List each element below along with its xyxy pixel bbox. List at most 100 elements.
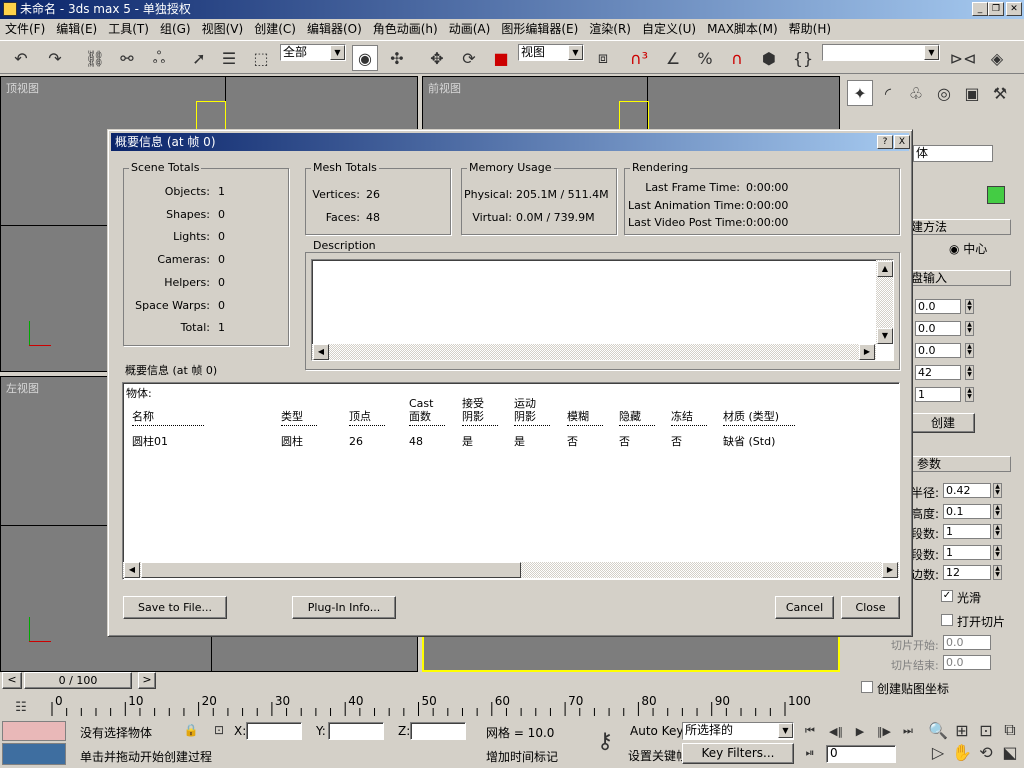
menu-item-3[interactable]: 组(G)	[155, 19, 197, 39]
table-cell[interactable]: 否	[671, 435, 682, 448]
next-frame-icon[interactable]: >	[138, 672, 156, 689]
close-window-button[interactable]: ✕	[1006, 2, 1022, 16]
selection-filter-dropdown[interactable]: 全部 ▼	[280, 44, 346, 61]
create-button[interactable]: 创建	[911, 413, 975, 433]
param-input[interactable]: 12	[943, 565, 991, 580]
menu-item-1[interactable]: 编辑(E)	[51, 19, 103, 39]
spinner-arrows-icon[interactable]: ▲ ▼	[965, 387, 974, 402]
go-to-end-icon[interactable]: ⏭	[898, 722, 918, 740]
menu-item-9[interactable]: 图形编辑器(E)	[496, 19, 584, 39]
list-scroll-thumb[interactable]	[141, 562, 521, 578]
gen-map-checkbox[interactable]: 创建贴图坐标	[861, 680, 949, 697]
cancel-button[interactable]: Cancel	[775, 596, 834, 619]
table-cell[interactable]: 圆柱01	[132, 435, 168, 448]
spinner-arrows-icon[interactable]: ▲ ▼	[993, 565, 1002, 580]
param-input[interactable]: 1	[943, 544, 991, 560]
plugin-info-button[interactable]: Plug-In Info...	[292, 596, 396, 619]
table-cell[interactable]: 缺省 (Std)	[723, 435, 775, 448]
color-swatch[interactable]	[987, 186, 1005, 204]
param-input[interactable]: 0.42	[943, 483, 991, 498]
snap-3d-icon[interactable]: ∩³	[626, 45, 652, 71]
select-arrow-icon[interactable]: ➚	[186, 45, 212, 71]
undo-icon[interactable]: ↶	[8, 45, 34, 71]
menu-item-5[interactable]: 创建(C)	[249, 19, 302, 39]
prev-key-icon[interactable]: ◀‖	[826, 722, 846, 740]
smooth-checkbox[interactable]: ✓ 光滑	[941, 589, 981, 606]
rotate-icon[interactable]: ⟳	[456, 45, 482, 71]
rect-selection-icon[interactable]: ⬚	[248, 45, 274, 71]
param-input[interactable]: 0.1	[943, 503, 991, 519]
minimize-button[interactable]: _	[972, 2, 988, 16]
track-bar[interactable]: ☷ 0 10 20 30 40 50 60 70 80 90 100	[0, 694, 840, 718]
table-cell[interactable]: 否	[619, 435, 630, 448]
table-cell[interactable]: 48	[409, 435, 423, 448]
angle-snap-icon[interactable]: ∠	[660, 45, 686, 71]
select-move-icon[interactable]: ✣	[384, 45, 410, 71]
pan-icon[interactable]: ✋	[952, 742, 972, 762]
zoom-icon[interactable]: 🔍	[928, 720, 948, 740]
add-time-tag[interactable]: 增加时间标记	[486, 748, 558, 765]
unlink-icon[interactable]: ⚯	[114, 45, 140, 71]
radio-center[interactable]: ◉ 中心	[949, 240, 987, 257]
slice-on-checkbox[interactable]: 打开切片	[941, 613, 1005, 630]
link-icon[interactable]: ⛓	[82, 45, 108, 71]
percent-snap-icon[interactable]: %	[692, 45, 718, 71]
window-crossing-icon[interactable]: ◉	[352, 45, 378, 71]
spinner-arrows-icon[interactable]: ▲ ▼	[965, 343, 974, 358]
menu-item-12[interactable]: MAX脚本(M)	[702, 19, 784, 39]
menu-item-2[interactable]: 工具(T)	[103, 19, 155, 39]
list-scroll-right-icon[interactable]: ▶	[882, 562, 898, 578]
spinner-arrows-icon[interactable]: ▲ ▼	[993, 483, 1002, 498]
zoom-extents-icon[interactable]: ⊡	[976, 720, 996, 740]
scroll-down-icon[interactable]: ▼	[877, 328, 893, 344]
key-icon[interactable]: ⚷	[592, 728, 618, 754]
menu-item-4[interactable]: 视图(V)	[197, 19, 250, 39]
table-cell[interactable]: 是	[514, 435, 525, 448]
table-cell[interactable]: 否	[567, 435, 578, 448]
edit-named-sets-icon[interactable]: {}	[790, 45, 816, 71]
help-button[interactable]: ?	[877, 135, 893, 149]
menu-item-8[interactable]: 动画(A)	[444, 19, 497, 39]
scroll-right-icon[interactable]: ▶	[859, 344, 875, 360]
table-cell[interactable]: 是	[462, 435, 473, 448]
keyboard-entry-input[interactable]: 0.0	[915, 299, 961, 314]
key-selection-dropdown[interactable]: 所选择的 ▼	[682, 722, 794, 740]
close-button[interactable]: Close	[841, 596, 900, 619]
spinner-arrows-icon[interactable]: ▲ ▼	[993, 544, 1002, 560]
script-result-box[interactable]	[2, 743, 66, 765]
bind-spacewarp-icon[interactable]: ஃ	[146, 45, 172, 71]
spinner-snap-icon[interactable]: ∩	[724, 45, 750, 71]
horizontal-scrollbar[interactable]	[312, 344, 876, 360]
keyboard-entry-input[interactable]: 0.0	[915, 343, 961, 358]
move-icon[interactable]: ✥	[424, 45, 450, 71]
hierarchy-tab-icon[interactable]: ♧	[903, 80, 929, 106]
named-selection-icon[interactable]: ⬢	[756, 45, 782, 71]
menu-item-7[interactable]: 角色动画(h)	[368, 19, 444, 39]
y-coord-input[interactable]	[328, 722, 384, 740]
play-icon[interactable]: ▶	[850, 722, 870, 740]
table-cell[interactable]: 圆柱	[281, 435, 303, 448]
arc-rotate-icon[interactable]: ⟲	[976, 742, 996, 762]
go-to-start-icon[interactable]: ⏮	[800, 722, 820, 740]
prev-frame-icon[interactable]: <	[2, 672, 22, 689]
track-view-icon[interactable]: ☷	[8, 694, 34, 720]
save-to-file-button[interactable]: Save to File...	[123, 596, 227, 619]
modify-tab-icon[interactable]: ◜	[875, 80, 901, 106]
zoom-extents-all-icon[interactable]: ⧉	[1000, 720, 1020, 740]
scroll-left-icon[interactable]: ◀	[313, 344, 329, 360]
align-icon[interactable]: ◈	[984, 45, 1010, 71]
time-slider-thumb[interactable]: 0 / 100	[24, 672, 132, 689]
object-type-dropdown[interactable]: 体	[913, 145, 993, 162]
x-coord-input[interactable]	[246, 722, 302, 740]
lock-icon[interactable]: 🔒	[182, 720, 200, 740]
motion-tab-icon[interactable]: ◎	[931, 80, 957, 106]
mirror-icon[interactable]: ⊳⊲	[950, 45, 977, 71]
z-coord-input[interactable]	[410, 722, 466, 740]
reference-coord-dropdown[interactable]: 视图 ▼	[518, 44, 584, 61]
named-selection-dropdown[interactable]: ▼	[822, 44, 940, 61]
field-of-view-icon[interactable]: ▷	[928, 742, 948, 762]
object-list[interactable]: 物体: 名称 圆柱01 类型 圆柱 顶点 26 Cast 面数 48 接受 阴影是运动 阴影是模糊否隐…	[122, 382, 900, 580]
keyboard-entry-input[interactable]: 0.0	[915, 321, 961, 336]
scale-icon[interactable]: ■	[488, 45, 514, 71]
key-filters-button[interactable]: Key Filters...	[682, 743, 794, 764]
